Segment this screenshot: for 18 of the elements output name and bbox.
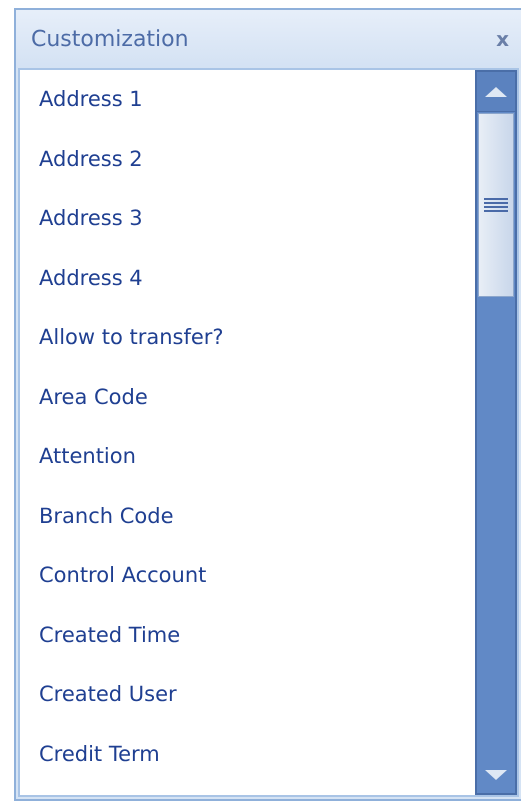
field-list-item[interactable]: Created User [20, 665, 475, 724]
down-arrow-icon[interactable] [485, 770, 507, 780]
up-arrow-icon[interactable] [485, 86, 507, 96]
field-list-item[interactable]: Credit Term [20, 724, 475, 784]
field-list-item[interactable]: Address 1 [20, 70, 475, 130]
field-list-item[interactable]: Control Account [20, 546, 475, 606]
field-list-item[interactable]: Allow to transfer? [20, 308, 475, 368]
panel-title: Customization [31, 26, 189, 54]
grip-icon [484, 197, 508, 213]
field-list-item[interactable]: Area Code [20, 368, 475, 427]
field-list-item[interactable]: Created Time [20, 606, 475, 665]
field-list-item[interactable]: Address 3 [20, 189, 475, 248]
scrollbar[interactable] [475, 70, 517, 795]
field-list-item[interactable]: Address 2 [20, 130, 475, 189]
scrollbar-thumb[interactable] [478, 113, 514, 297]
field-list-item[interactable]: Branch Code [20, 486, 475, 546]
field-list-item[interactable]: Address 4 [20, 248, 475, 308]
field-list-item[interactable]: Attention [20, 427, 475, 486]
